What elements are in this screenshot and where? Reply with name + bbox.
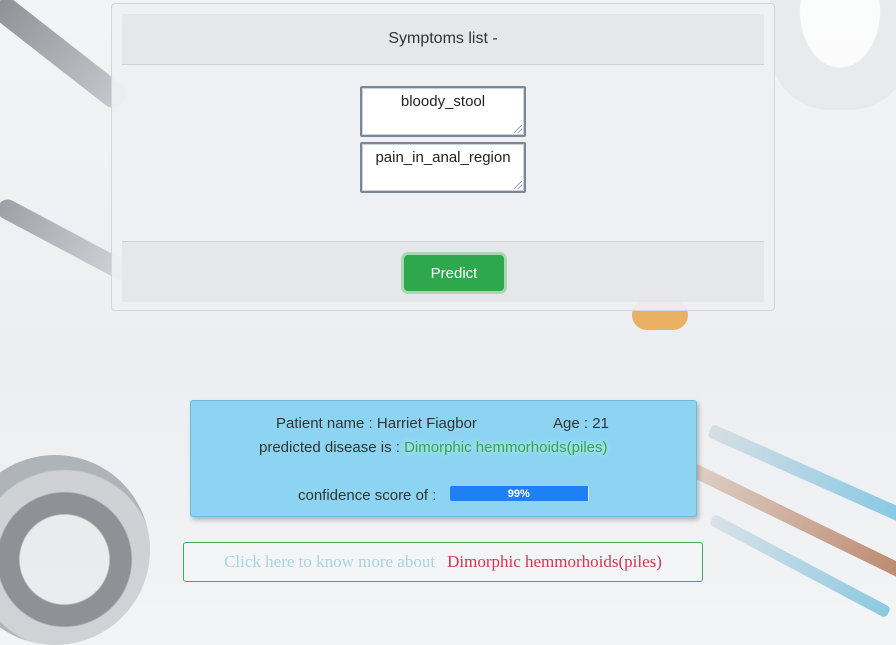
background-syringe bbox=[689, 463, 896, 581]
background-stethoscope bbox=[0, 455, 150, 645]
symptom-textarea[interactable]: bloody_stool bbox=[360, 86, 526, 137]
symptoms-card: Symptoms list - bloody_stool pain_in_ana… bbox=[111, 3, 775, 311]
symptom-value: bloody_stool bbox=[400, 93, 486, 110]
symptoms-title: Symptoms list - bbox=[388, 30, 498, 47]
symptom-textarea[interactable]: pain_in_anal_region bbox=[360, 142, 526, 193]
confidence-percent: 99% bbox=[507, 487, 530, 500]
symptom-value: pain_in_anal_region bbox=[375, 149, 511, 166]
symptoms-footer: Predict bbox=[122, 241, 764, 302]
prediction-result-card: Patient name : Harriet Fiagbor Age : 21 … bbox=[190, 400, 697, 517]
more-info-disease[interactable]: Dimorphic hemmorhoids(piles) bbox=[447, 552, 662, 572]
predicted-disease-name: Dimorphic hemmorhoids(piles) bbox=[404, 439, 608, 456]
background-syringe bbox=[707, 423, 896, 531]
confidence-progress-bar: 99% bbox=[450, 486, 589, 501]
patient-age: Age : 21 bbox=[553, 415, 609, 432]
more-info-lead[interactable]: Click here to know more about bbox=[224, 552, 435, 572]
symptoms-header: Symptoms list - bbox=[122, 14, 764, 65]
patient-name: Patient name : Harriet Fiagbor bbox=[276, 415, 477, 432]
predicted-disease-prefix: predicted disease is : bbox=[259, 439, 400, 456]
predict-button[interactable]: Predict bbox=[404, 255, 504, 291]
more-info-link[interactable]: Click here to know more about Dimorphic … bbox=[183, 542, 703, 582]
background-bottle bbox=[770, 0, 896, 110]
confidence-label: confidence score of : bbox=[298, 487, 437, 504]
resize-handle-icon[interactable] bbox=[514, 181, 522, 189]
predicted-disease-line: predicted disease is : Dimorphic hemmorh… bbox=[259, 439, 608, 456]
confidence-progress-fill: 99% bbox=[450, 486, 588, 501]
resize-handle-icon[interactable] bbox=[514, 125, 522, 133]
